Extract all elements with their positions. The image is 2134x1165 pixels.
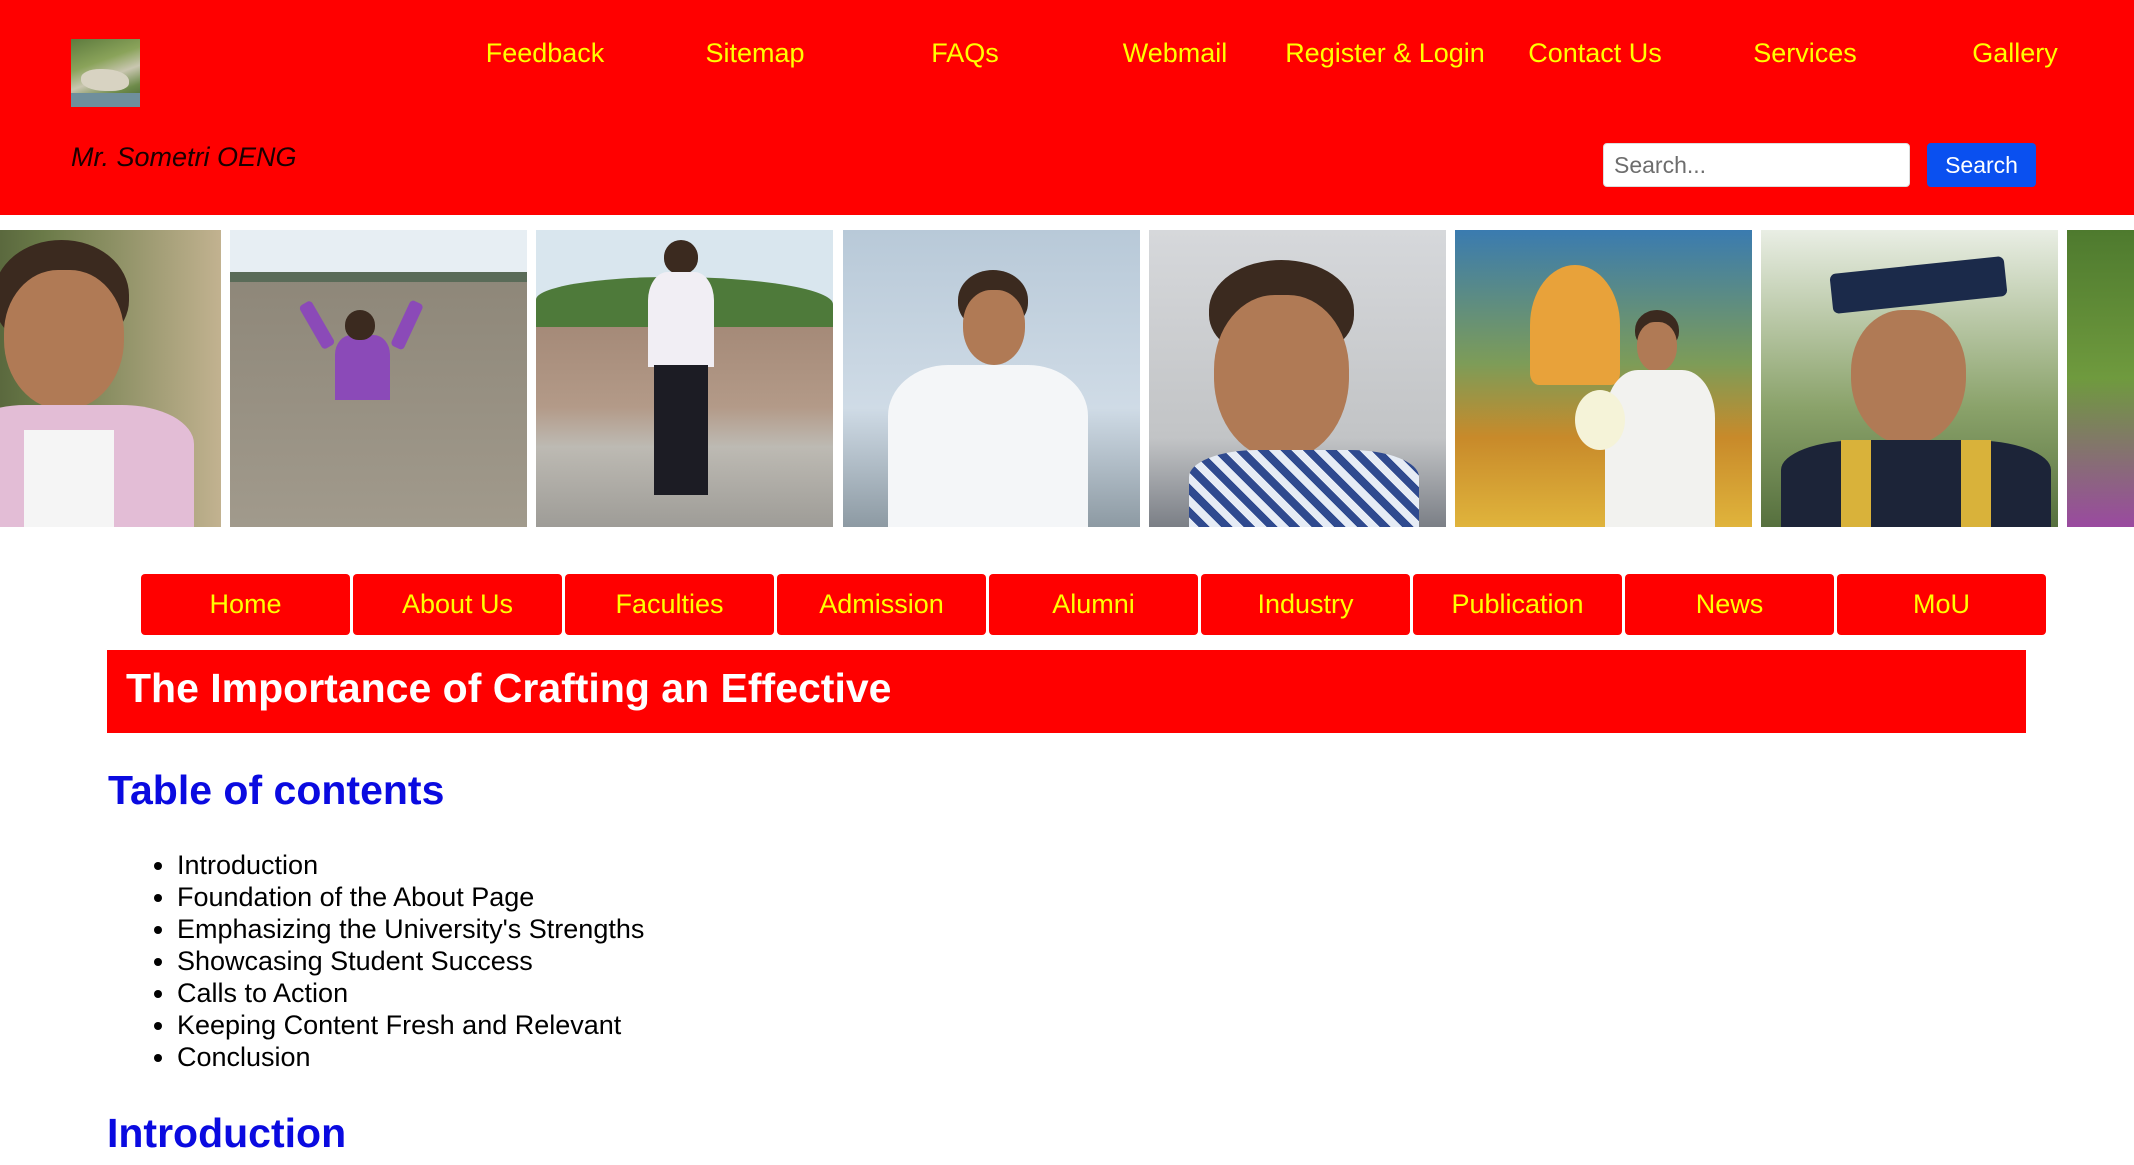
nav-item-about-us[interactable]: About Us: [353, 574, 562, 635]
gallery-photo[interactable]: [536, 230, 833, 527]
top-link-register-login[interactable]: Register & Login: [1280, 38, 1490, 69]
toc-item[interactable]: Calls to Action: [177, 977, 644, 1009]
search-input[interactable]: [1603, 143, 1910, 187]
nav-item-news[interactable]: News: [1625, 574, 1834, 635]
top-link-services[interactable]: Services: [1700, 38, 1910, 69]
top-link-sitemap[interactable]: Sitemap: [650, 38, 860, 69]
toc-item[interactable]: Showcasing Student Success: [177, 945, 644, 977]
nav-item-admission[interactable]: Admission: [777, 574, 986, 635]
nav-item-publication[interactable]: Publication: [1413, 574, 1622, 635]
top-link-feedback[interactable]: Feedback: [440, 38, 650, 69]
gallery-photo[interactable]: [1149, 230, 1446, 527]
top-links: Feedback Sitemap FAQs Webmail Register &…: [440, 38, 2120, 78]
toc-item[interactable]: Conclusion: [177, 1041, 644, 1073]
toc-item[interactable]: Keeping Content Fresh and Relevant: [177, 1009, 644, 1041]
site-owner-name: Mr. Sometri OENG: [71, 142, 297, 172]
site-header: Mr. Sometri OENG Feedback Sitemap FAQs W…: [0, 0, 2134, 215]
toc-item[interactable]: Introduction: [177, 849, 644, 881]
main-nav: Home About Us Faculties Admission Alumni…: [141, 574, 2047, 635]
top-link-webmail[interactable]: Webmail: [1070, 38, 1280, 69]
table-of-contents: Introduction Foundation of the About Pag…: [177, 849, 644, 1073]
top-link-faqs[interactable]: FAQs: [860, 38, 1070, 69]
gallery-photo[interactable]: [0, 230, 221, 527]
toc-item[interactable]: Emphasizing the University's Strengths: [177, 913, 644, 945]
nav-item-home[interactable]: Home: [141, 574, 350, 635]
gallery-photo[interactable]: [230, 230, 527, 527]
photo-strip: [0, 230, 2134, 527]
landscape-logo-icon[interactable]: [71, 39, 140, 107]
top-link-contact-us[interactable]: Contact Us: [1490, 38, 1700, 69]
toc-heading: Table of contents: [108, 767, 445, 813]
article-title-bar: The Importance of Crafting an Effective: [107, 650, 2026, 733]
nav-item-alumni[interactable]: Alumni: [989, 574, 1198, 635]
nav-item-faculties[interactable]: Faculties: [565, 574, 774, 635]
page-title: The Importance of Crafting an Effective: [126, 665, 892, 711]
section-heading-introduction: Introduction: [107, 1110, 347, 1156]
search-button[interactable]: Search: [1927, 143, 2036, 187]
gallery-photo[interactable]: [1455, 230, 1752, 527]
gallery-photo[interactable]: [843, 230, 1140, 527]
gallery-photo[interactable]: [2067, 230, 2134, 527]
nav-item-industry[interactable]: Industry: [1201, 574, 1410, 635]
nav-item-mou[interactable]: MoU: [1837, 574, 2046, 635]
toc-item[interactable]: Foundation of the About Page: [177, 881, 644, 913]
gallery-photo[interactable]: [1761, 230, 2058, 527]
top-link-gallery[interactable]: Gallery: [1910, 38, 2120, 69]
